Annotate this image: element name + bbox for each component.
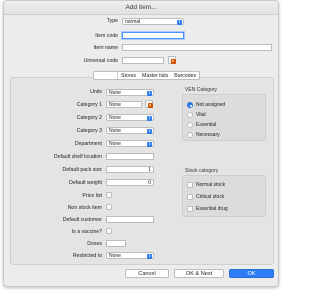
pack-size-input[interactable]: 1: [106, 166, 154, 173]
units-select-value: None: [109, 90, 121, 96]
chevron-updown-icon: ⇕: [177, 20, 182, 25]
chevron-updown-icon: ⇕: [147, 142, 152, 147]
tab-bar: Stores Master lists Barcodes: [93, 71, 201, 80]
ven-option-label: Necessary: [196, 132, 220, 138]
tab-barcodes[interactable]: Barcodes: [171, 72, 199, 79]
shelf-location-label: Default shelf location: [53, 154, 102, 160]
chevron-updown-icon: ⇕: [147, 129, 152, 134]
restricted-to-label: Restricted to: [72, 253, 102, 259]
category1-label: Category 1: [76, 102, 102, 108]
lookup-icon: [147, 102, 153, 108]
category2-select[interactable]: None ⇕: [106, 114, 154, 121]
add-item-dialog: Add item... Type normal ⇕ Item code Item…: [3, 0, 279, 287]
chevron-updown-icon: ⇕: [147, 254, 152, 259]
stock-category-title: Stock category: [185, 168, 219, 174]
default-customer-label: Default customer: [62, 217, 102, 223]
vaccine-label: Is a vaccine?: [71, 229, 102, 235]
stock-checkbox-normal[interactable]: [187, 182, 193, 188]
stock-option-label: Essential drug: [196, 206, 228, 212]
restricted-to-select-value: None: [109, 253, 121, 259]
category3-select[interactable]: None ⇕: [106, 127, 154, 134]
ven-category-title: VEN Category: [185, 87, 217, 93]
tab-stores[interactable]: Stores: [118, 72, 139, 79]
default-customer-input[interactable]: [106, 216, 154, 223]
non-stock-label: Non stock item: [67, 205, 102, 211]
item-code-label: Item code: [95, 33, 118, 39]
weight-label: Default weight: [69, 180, 102, 186]
price-list-label: Price list: [82, 193, 102, 199]
category1-lookup-button[interactable]: [145, 100, 153, 108]
ven-option-label: Vital: [196, 112, 206, 118]
cancel-button[interactable]: Cancel: [125, 269, 169, 278]
stock-checkbox-essential-drug[interactable]: [187, 206, 193, 212]
chevron-updown-icon: ⇕: [147, 91, 152, 96]
units-label: Units: [90, 89, 102, 95]
ok-next-button[interactable]: OK & Next: [174, 269, 224, 278]
ven-option-label: Essential: [196, 122, 217, 128]
department-select-value: None: [109, 141, 121, 147]
stock-option-label: Normal stock: [196, 182, 226, 188]
universal-code-input[interactable]: [122, 57, 164, 64]
item-code-input[interactable]: [122, 32, 184, 39]
ven-option-label: Not assigned: [196, 102, 226, 108]
ok-button[interactable]: OK: [229, 269, 274, 278]
dialog-title: Add item...: [4, 1, 278, 15]
shelf-location-input[interactable]: [106, 153, 154, 160]
tab-master-lists[interactable]: Master lists: [139, 72, 171, 79]
doses-input[interactable]: [106, 240, 126, 247]
type-label: Type: [106, 18, 118, 24]
stock-checkbox-critical[interactable]: [187, 194, 193, 200]
non-stock-checkbox[interactable]: [106, 204, 112, 210]
pack-size-label: Default pack size: [62, 167, 102, 173]
category3-select-value: None: [109, 128, 121, 134]
category1-input[interactable]: None: [106, 101, 142, 108]
tab-general[interactable]: [94, 72, 118, 79]
department-label: Department: [74, 141, 102, 147]
stock-option-label: Critical stock: [196, 194, 225, 200]
ven-radio-not-assigned[interactable]: [187, 102, 193, 108]
category3-label: Category 3: [76, 128, 102, 134]
ven-radio-vital[interactable]: [187, 112, 193, 118]
weight-input[interactable]: 0: [106, 179, 154, 186]
price-list-checkbox[interactable]: [106, 192, 112, 198]
department-select[interactable]: None ⇕: [106, 140, 154, 147]
universal-code-label: Universal code: [83, 58, 118, 64]
units-select[interactable]: None ⇕: [106, 89, 154, 96]
lookup-icon: [170, 58, 176, 64]
item-name-input[interactable]: [122, 44, 272, 51]
item-name-label: Item name: [93, 45, 118, 51]
type-select[interactable]: normal ⇕: [122, 18, 184, 25]
ven-radio-necessary[interactable]: [187, 132, 193, 138]
category2-label: Category 2: [76, 115, 102, 121]
universal-code-lookup-button[interactable]: [168, 56, 176, 64]
vaccine-checkbox[interactable]: [106, 228, 112, 234]
doses-label: Doses: [87, 241, 102, 247]
restricted-to-select[interactable]: None ⇕: [106, 252, 154, 259]
ven-radio-essential[interactable]: [187, 122, 193, 128]
type-select-value: normal: [125, 19, 141, 25]
chevron-updown-icon: ⇕: [147, 116, 152, 121]
category2-select-value: None: [109, 115, 121, 121]
